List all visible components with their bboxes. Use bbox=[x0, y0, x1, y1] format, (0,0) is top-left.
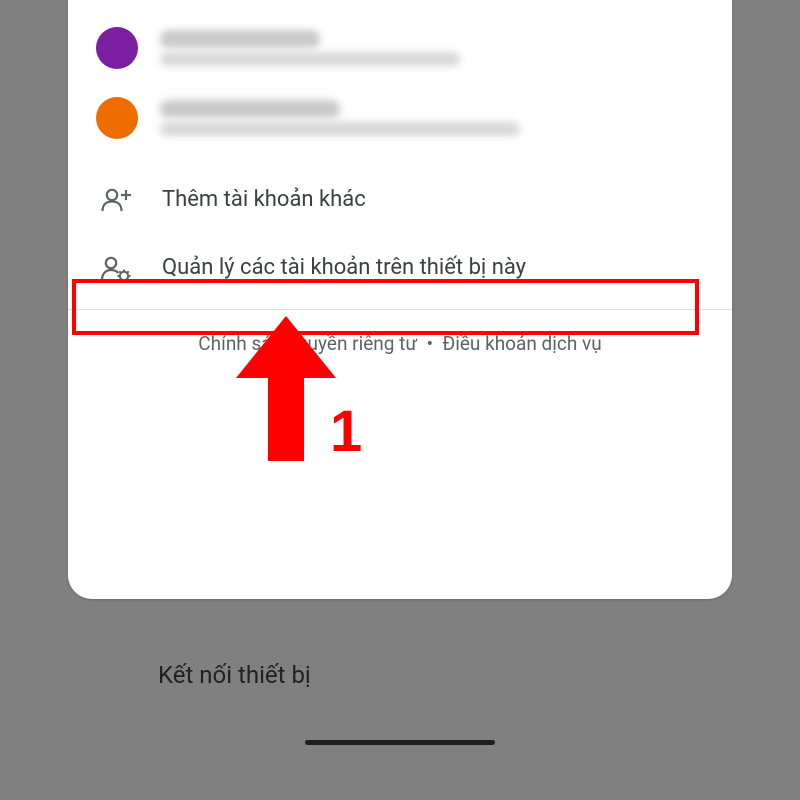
account-row[interactable] bbox=[68, 0, 732, 13]
connect-device-row[interactable]: Kết nối thiết bị bbox=[68, 633, 732, 717]
device-viewport: Thêm tài khoản khác bbox=[33, 1, 767, 759]
separator: • bbox=[427, 332, 433, 355]
manage-accounts-label: Quản lý các tài khoản trên thiết bị này bbox=[162, 253, 704, 283]
account-row[interactable] bbox=[68, 13, 732, 83]
avatar bbox=[96, 27, 138, 69]
annotation-step-number: 1 bbox=[330, 398, 362, 465]
account-email-redacted bbox=[160, 52, 460, 66]
privacy-link[interactable]: Chính sách quyền riêng tư bbox=[198, 332, 417, 355]
manage-accounts-row[interactable]: Quản lý các tài khoản trên thiết bị này bbox=[68, 233, 732, 301]
avatar bbox=[96, 97, 138, 139]
account-name-redacted bbox=[160, 100, 340, 118]
account-row[interactable] bbox=[68, 83, 732, 153]
add-account-row[interactable]: Thêm tài khoản khác bbox=[68, 167, 732, 233]
account-email-redacted bbox=[160, 122, 520, 136]
home-indicator[interactable] bbox=[305, 740, 495, 745]
account-name-redacted bbox=[160, 30, 320, 48]
add-account-label: Thêm tài khoản khác bbox=[162, 185, 704, 215]
person-gear-icon bbox=[100, 253, 132, 283]
person-add-icon bbox=[100, 185, 132, 213]
account-text bbox=[160, 30, 460, 66]
terms-link[interactable]: Điều khoản dịch vụ bbox=[442, 332, 601, 355]
account-text bbox=[160, 100, 520, 136]
account-picker-sheet: Thêm tài khoản khác bbox=[68, 0, 732, 599]
tutorial-frame: Thêm tài khoản khác bbox=[0, 0, 800, 800]
footer-links: Chính sách quyền riêng tư • Điều khoản d… bbox=[68, 310, 732, 381]
